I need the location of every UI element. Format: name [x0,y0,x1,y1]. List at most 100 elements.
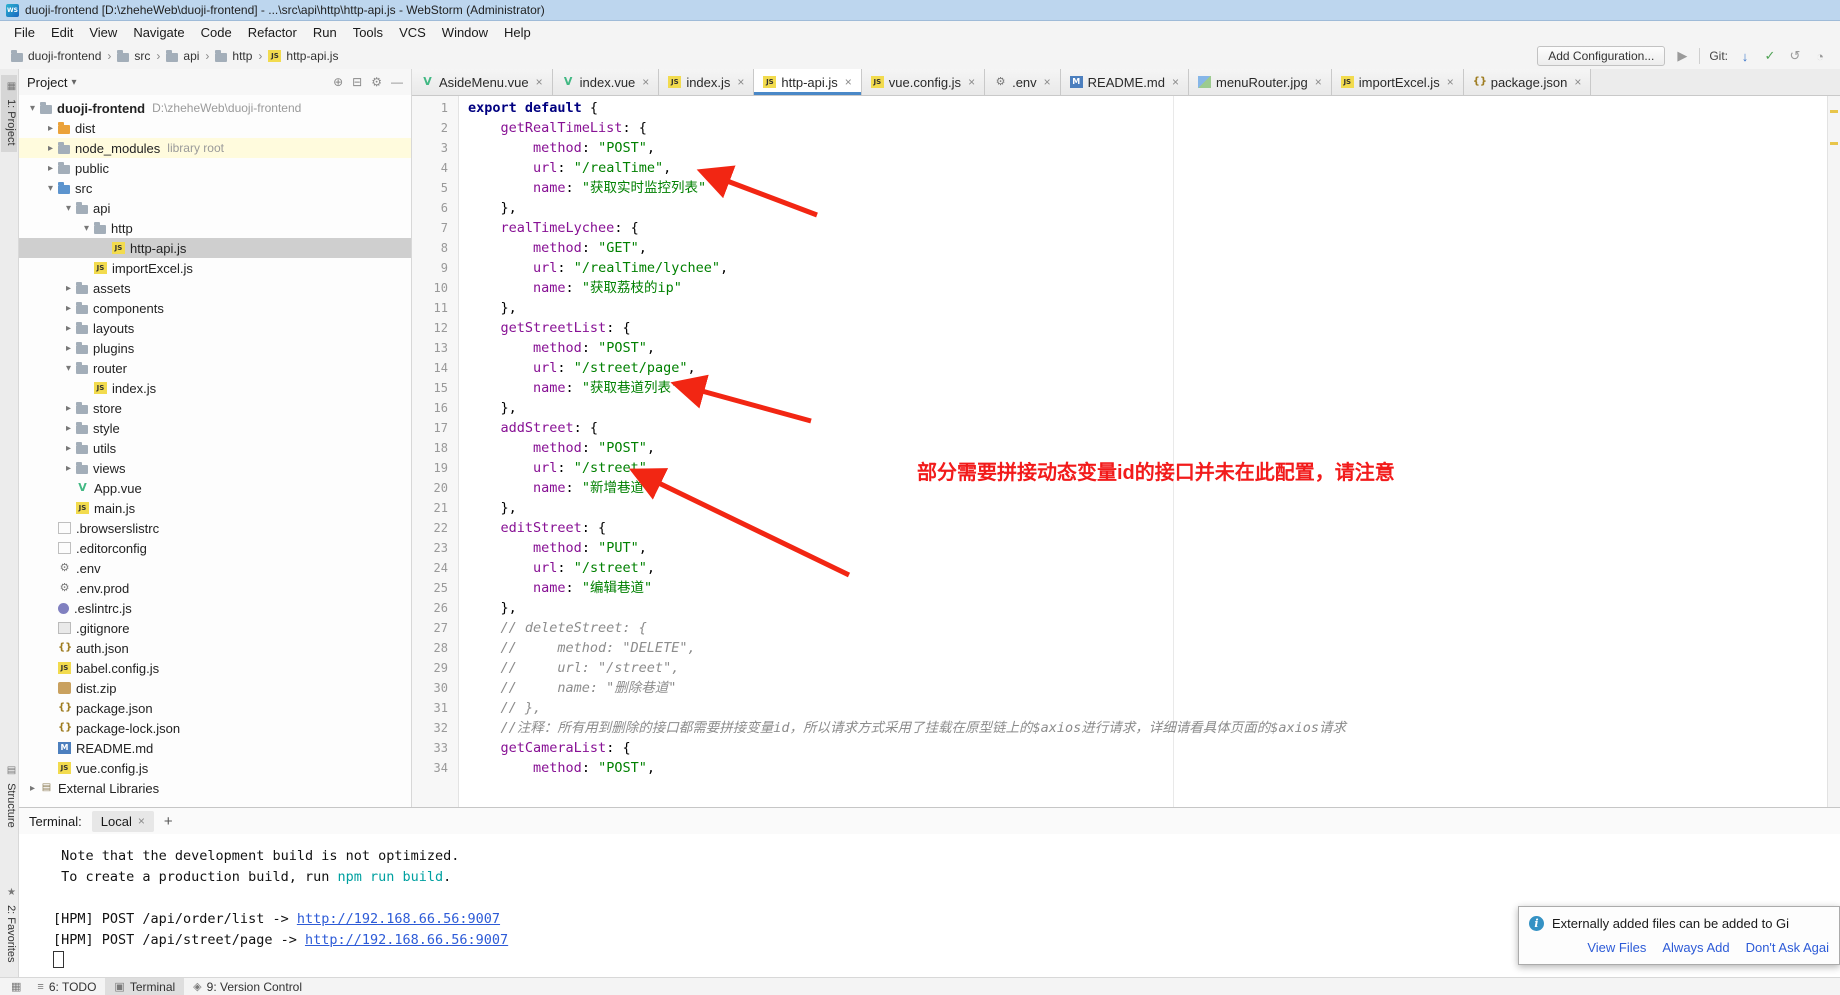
tree-item-node_modules[interactable]: ▸node_moduleslibrary root [19,138,411,158]
tab-vue.config.js[interactable]: JSvue.config.js× [862,69,985,95]
git-update-button[interactable]: ↓ [1737,49,1753,64]
tool-strip-project[interactable]: ▦ 1: Project [1,75,17,152]
chevron-icon[interactable]: ▾ [43,183,58,194]
tree-item-.browserslistrc[interactable]: .browserslistrc [19,518,411,538]
chevron-down-icon[interactable]: ▾ [71,77,76,88]
tree-item-style[interactable]: ▸style [19,418,411,438]
terminal-cursor[interactable] [53,951,64,968]
tree-item-components[interactable]: ▸components [19,298,411,318]
tab-.env[interactable]: ⚙.env× [985,69,1061,95]
terminal-tab-local[interactable]: Local × [92,811,154,832]
tab-close-icon[interactable]: × [1315,75,1322,89]
chevron-icon[interactable]: ▸ [61,343,76,354]
tab-close-icon[interactable]: × [1044,75,1051,89]
hide-panel-icon[interactable]: — [391,75,403,89]
terminal-link[interactable]: http://192.168.66.56:9007 [305,932,508,948]
project-panel-title[interactable]: Project [27,75,67,90]
tree-item-api[interactable]: ▾api [19,198,411,218]
chevron-icon[interactable]: ▾ [79,223,94,234]
tab-close-icon[interactable]: × [968,75,975,89]
tree-item-auth.json[interactable]: {}auth.json [19,638,411,658]
tree-item-.editorconfig[interactable]: .editorconfig [19,538,411,558]
tab-README.md[interactable]: MREADME.md× [1061,69,1189,95]
tree-item-public[interactable]: ▸public [19,158,411,178]
tree-item-package-lock.json[interactable]: {}package-lock.json [19,718,411,738]
tree-item-.env[interactable]: ⚙.env [19,558,411,578]
tree-item-.env.prod[interactable]: ⚙.env.prod [19,578,411,598]
statusbar-terminal[interactable]: ▣ Terminal [105,978,184,995]
tab-http-api.js[interactable]: JShttp-api.js× [754,69,861,95]
chevron-icon[interactable]: ▸ [43,163,58,174]
chevron-icon[interactable]: ▸ [61,443,76,454]
tree-item-vue.config.js[interactable]: JSvue.config.js [19,758,411,778]
menu-edit[interactable]: Edit [43,25,81,40]
tool-strip-structure[interactable]: ▤ Structure [1,759,17,834]
menu-help[interactable]: Help [496,25,539,40]
code-editor[interactable]: 1export default {2 getRealTimeList: {3 m… [412,96,1840,807]
breadcrumb-item[interactable]: api [163,49,202,63]
chevron-icon[interactable]: ▸ [25,783,40,794]
tab-close-icon[interactable]: × [845,75,852,89]
tree-item-.gitignore[interactable]: .gitignore [19,618,411,638]
tree-item-http-api.js[interactable]: JShttp-api.js [19,238,411,258]
tree-item-store[interactable]: ▸store [19,398,411,418]
history-clock-button[interactable]: ◔ [1812,49,1828,64]
tree-item-importExcel.js[interactable]: JSimportExcel.js [19,258,411,278]
git-commit-button[interactable]: ✓ [1762,48,1778,64]
notification-action[interactable]: Always Add [1662,940,1729,955]
tool-window-switcher-icon[interactable]: ▦ [4,980,28,993]
add-configuration-button[interactable]: Add Configuration... [1537,46,1665,66]
tree-item-.eslintrc.js[interactable]: .eslintrc.js [19,598,411,618]
tree-item-App.vue[interactable]: VApp.vue [19,478,411,498]
tree-item-router[interactable]: ▾router [19,358,411,378]
chevron-icon[interactable]: ▸ [61,323,76,334]
menu-refactor[interactable]: Refactor [240,25,305,40]
statusbar-todo[interactable]: ≡ 6: TODO [28,978,105,995]
notification-action[interactable]: View Files [1587,940,1646,955]
new-terminal-button[interactable]: + [164,813,173,830]
tab-importExcel.js[interactable]: JSimportExcel.js× [1332,69,1464,95]
chevron-icon[interactable]: ▸ [43,143,58,154]
tree-item-src[interactable]: ▾src [19,178,411,198]
menu-tools[interactable]: Tools [345,25,391,40]
tree-item-External Libraries[interactable]: ▸▤External Libraries [19,778,411,798]
tab-menuRouter.jpg[interactable]: menuRouter.jpg× [1189,69,1332,95]
tree-item-dist[interactable]: ▸dist [19,118,411,138]
statusbar-version-control[interactable]: ◈ 9: Version Control [184,978,311,995]
tab-close-icon[interactable]: × [1447,75,1454,89]
menu-run[interactable]: Run [305,25,345,40]
tab-close-icon[interactable]: × [536,75,543,89]
menu-window[interactable]: Window [434,25,496,40]
terminal-tab-close-icon[interactable]: × [138,814,145,828]
tab-AsideMenu.vue[interactable]: VAsideMenu.vue× [412,69,553,95]
run-button[interactable]: ▶ [1674,48,1690,64]
tree-item-http[interactable]: ▾http [19,218,411,238]
menu-file[interactable]: File [6,25,43,40]
tree-item-plugins[interactable]: ▸plugins [19,338,411,358]
terminal-link[interactable]: http://192.168.66.56:9007 [297,911,500,927]
tree-item-index.js[interactable]: JSindex.js [19,378,411,398]
tab-close-icon[interactable]: × [737,75,744,89]
tree-item-babel.config.js[interactable]: JSbabel.config.js [19,658,411,678]
tree-item-package.json[interactable]: {}package.json [19,698,411,718]
tree-item-assets[interactable]: ▸assets [19,278,411,298]
tree-item-README.md[interactable]: MREADME.md [19,738,411,758]
tab-close-icon[interactable]: × [1172,75,1179,89]
settings-gear-icon[interactable]: ⚙ [371,75,382,89]
tree-item-views[interactable]: ▸views [19,458,411,478]
chevron-icon[interactable]: ▾ [61,203,76,214]
menu-code[interactable]: Code [193,25,240,40]
tab-index.js[interactable]: JSindex.js× [659,69,754,95]
tree-item-layouts[interactable]: ▸layouts [19,318,411,338]
chevron-icon[interactable]: ▸ [43,123,58,134]
menu-vcs[interactable]: VCS [391,25,434,40]
breadcrumb-item[interactable]: JShttp-api.js [265,49,341,63]
breadcrumb-item[interactable]: src [114,49,153,63]
chevron-icon[interactable]: ▸ [61,463,76,474]
menu-navigate[interactable]: Navigate [125,25,192,40]
tool-strip-favorites[interactable]: ★ 2: Favorites [1,881,17,969]
chevron-icon[interactable]: ▾ [61,363,76,374]
locate-file-icon[interactable]: ⊕ [333,75,343,89]
tab-package.json[interactable]: {}package.json× [1464,69,1592,95]
notification-action[interactable]: Don't Ask Agai [1746,940,1829,955]
